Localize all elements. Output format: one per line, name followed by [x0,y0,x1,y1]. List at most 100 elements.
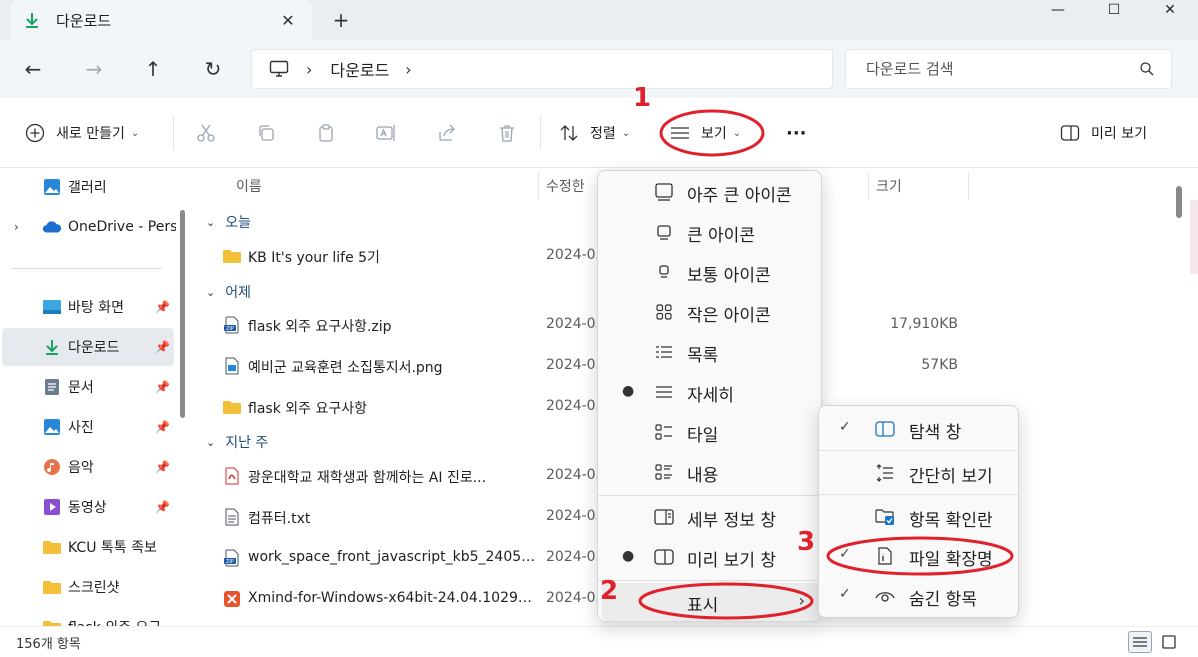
pin-icon[interactable]: 📌 [155,460,170,474]
search-box[interactable] [845,49,1172,89]
new-tab-button[interactable]: + [329,8,353,32]
column-header-size[interactable]: 크기 [876,176,902,196]
minimize-button[interactable]: — [1030,0,1086,20]
submenu-item-item-checkboxes[interactable]: 항목 확인란 [823,498,1016,536]
group-header-today[interactable]: ⌄ 오늘 [206,212,251,232]
menu-item-preview-pane[interactable]: ● 미리 보기 창 [602,538,819,576]
submenu-item-label: 숨긴 항목 [909,590,977,610]
rename-icon[interactable] [374,121,398,145]
column-separator[interactable] [538,172,539,200]
this-pc-icon[interactable] [268,58,290,80]
address-bar[interactable]: › 다운로드 › [251,49,833,89]
sidebar-item-downloads[interactable]: 다운로드 📌 [2,328,174,366]
up-button[interactable]: ↑ [138,54,168,84]
sidebar-item-desktop[interactable]: 바탕 화면 📌 [0,288,172,326]
paste-icon[interactable] [314,121,338,145]
details-icon [654,382,674,402]
menu-item-small-icons[interactable]: 작은 아이콘 [602,293,819,331]
pin-icon[interactable]: 📌 [155,380,170,394]
new-button[interactable]: 새로 만들기 ⌄ [24,120,139,146]
back-button[interactable]: ← [18,54,48,84]
column-header-modified[interactable]: 수정한 [546,176,585,196]
chevron-right-icon[interactable]: › [14,220,19,234]
sidebar-scrollbar[interactable] [180,210,185,418]
sidebar-item-flask-folder[interactable]: flask 외주 요구 [0,608,172,626]
toolbar-divider [173,116,174,150]
pin-icon[interactable]: 📌 [155,340,170,354]
column-separator[interactable] [968,172,969,200]
refresh-button[interactable]: ↻ [198,54,228,84]
maximize-button[interactable]: ☐ [1086,0,1142,20]
sidebar-item-kcu-folder[interactable]: KCU 톡톡 족보 [0,528,172,566]
copy-icon[interactable] [254,121,278,145]
forward-button[interactable]: → [79,54,109,84]
submenu-item-label: 탐색 창 [909,423,962,443]
menu-item-content[interactable]: 내용 [602,453,819,491]
sidebar-item-music[interactable]: 음악 📌 [0,448,172,486]
sort-icon [558,122,580,144]
share-icon[interactable] [435,121,459,145]
submenu-item-hidden-items[interactable]: ✓ 숨긴 항목 [823,577,1016,615]
large-icons-icon [654,222,674,242]
plus-circle-icon [24,122,46,144]
desktop-icon [42,297,62,317]
sidebar-item-videos[interactable]: 동영상 📌 [0,488,172,526]
menu-item-extra-large-icons[interactable]: 아주 큰 아이콘 [602,173,819,211]
pdf-icon [222,466,242,486]
file-name: 광운대학교 재학생과 함께하는 AI 진로... [248,470,487,486]
group-header-last-week[interactable]: ⌄ 지난 주 [206,432,268,452]
navigation-pane: 갤러리 › OneDrive - Pers 바탕 화면 📌 다운로드 📌 문서 … [0,168,176,626]
menu-item-details-pane[interactable]: 세부 정보 창 [602,498,819,536]
group-header-yesterday[interactable]: ⌄ 어제 [206,282,251,302]
cut-icon[interactable] [194,121,218,145]
large-thumbnails-view-toggle[interactable] [1157,631,1181,653]
close-tab-icon[interactable]: ✕ [278,10,298,30]
menu-item-medium-icons[interactable]: 보통 아이콘 [602,253,819,291]
file-list-scrollbar[interactable] [1176,186,1182,218]
breadcrumb-separator[interactable]: › [306,60,312,79]
pin-icon[interactable]: 📌 [155,500,170,514]
tab-downloads[interactable]: 다운로드 ✕ [10,0,312,40]
chevron-down-icon: ⌄ [621,127,631,139]
more-options-button[interactable]: ··· [786,120,807,146]
address-row: ← → ↑ ↻ › 다운로드 › [0,40,1198,98]
preview-pane-button[interactable]: 미리 보기 [1059,120,1147,146]
chevron-down-icon: ⌄ [206,215,216,229]
chevron-down-icon: ⌄ [732,127,742,139]
close-window-button[interactable]: ✕ [1142,0,1198,20]
sidebar-item-label: 갤러리 [68,180,107,196]
submenu-item-file-extensions[interactable]: ✓ 파일 확장명 [823,537,1016,575]
show-submenu: ✓ 탐색 창 간단히 보기 항목 확인란 ✓ 파일 확장명 ✓ 숨긴 항목 [818,405,1019,618]
sidebar-divider [12,268,162,269]
column-header-name[interactable]: 이름 [236,176,262,196]
breadcrumb-downloads[interactable]: 다운로드 [330,57,389,81]
file-extension-icon [875,546,895,566]
column-separator[interactable] [868,172,869,200]
delete-icon[interactable] [495,121,519,145]
sidebar-item-gallery[interactable]: 갤러리 [0,168,172,206]
svg-text:ZIP: ZIP [226,559,234,565]
menu-item-list[interactable]: 목록 [602,333,819,371]
menu-item-details[interactable]: ● 자세히 [602,373,819,411]
sidebar-item-screenshots[interactable]: 스크린샷 [0,568,172,606]
menu-separator [598,495,821,496]
menu-item-large-icons[interactable]: 큰 아이콘 [602,213,819,251]
menu-item-tiles[interactable]: 타일 [602,413,819,451]
sort-button[interactable]: 정렬 ⌄ [558,120,630,146]
sidebar-item-label: KCU 톡톡 족보 [68,540,157,556]
sidebar-item-documents[interactable]: 문서 📌 [0,368,172,406]
submenu-item-label: 파일 확장명 [909,550,993,570]
sidebar-item-onedrive[interactable]: › OneDrive - Pers [0,208,176,246]
details-view-toggle[interactable] [1128,631,1152,653]
submenu-item-navigation-pane[interactable]: ✓ 탐색 창 [823,410,1016,448]
folder-icon [42,617,62,626]
search-input[interactable] [866,60,1126,78]
zip-icon: ZIP [222,315,242,335]
pin-icon[interactable]: 📌 [155,420,170,434]
menu-item-show[interactable]: 표시 › [602,583,819,621]
submenu-item-compact-view[interactable]: 간단히 보기 [823,454,1016,492]
breadcrumb-separator-trailing[interactable]: › [405,60,411,79]
view-button[interactable]: 보기 ⌄ [669,120,741,146]
sidebar-item-pictures[interactable]: 사진 📌 [0,408,172,446]
pin-icon[interactable]: 📌 [155,300,170,314]
